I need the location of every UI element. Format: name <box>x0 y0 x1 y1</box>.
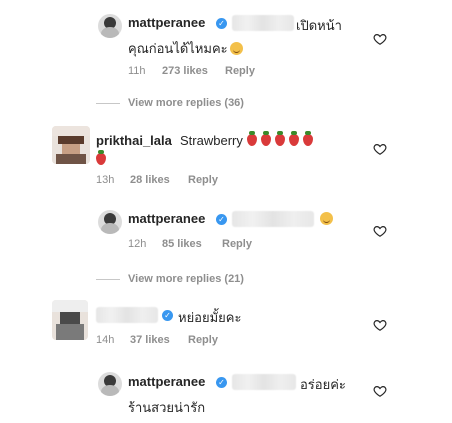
comment-likes[interactable]: 273 likes <box>162 65 208 77</box>
smile-emoji-icon <box>320 212 333 225</box>
divider <box>96 279 120 280</box>
comment-text: อร่อยค่ะ <box>300 377 346 392</box>
comment-text: หย่อยมั้ยคะ <box>178 310 242 325</box>
strawberry-emoji-icon <box>96 150 106 165</box>
avatar[interactable] <box>98 210 122 234</box>
verified-badge-icon: ✓ <box>216 18 227 29</box>
strawberry-emoji-icon <box>302 131 313 146</box>
heart-outline-icon[interactable] <box>373 384 387 398</box>
verified-badge-icon: ✓ <box>162 310 173 321</box>
reply-button[interactable]: Reply <box>188 174 218 186</box>
view-more-label[interactable]: View more replies (36) <box>128 97 244 109</box>
strawberry-emoji-icon <box>260 131 271 146</box>
heart-outline-icon[interactable] <box>373 318 387 332</box>
comment-text-line2: คุณก่อนได้ไหมคะ <box>128 38 243 59</box>
strawberry-emoji-icon <box>274 131 285 146</box>
comment-time: 13h <box>96 174 115 186</box>
comment-username[interactable]: mattperanee <box>128 211 205 226</box>
reply-button[interactable]: Reply <box>225 65 255 77</box>
avatar[interactable] <box>52 126 90 164</box>
heart-outline-icon[interactable] <box>373 224 387 238</box>
heart-outline-icon[interactable] <box>373 142 387 156</box>
comment-username[interactable]: mattperanee <box>128 374 205 389</box>
blurred-username[interactable] <box>96 307 158 323</box>
avatar[interactable] <box>98 14 122 38</box>
comment-text: เปิดหน้า <box>296 18 342 33</box>
heart-outline-icon[interactable] <box>373 32 387 46</box>
comment-text: Strawberry <box>180 131 313 148</box>
comment-likes[interactable]: 85 likes <box>162 238 202 250</box>
reply-button[interactable]: Reply <box>222 238 252 250</box>
comment-username[interactable]: mattperanee <box>128 15 205 30</box>
comment-text-line2: ร้านสวยน่ารัก <box>128 400 206 415</box>
blurred-mention <box>232 374 296 390</box>
divider <box>96 103 120 104</box>
comment-time: 12h <box>128 238 147 250</box>
avatar[interactable] <box>52 300 88 340</box>
blurred-mention <box>232 15 294 31</box>
verified-badge-icon: ✓ <box>216 377 227 388</box>
strawberry-emoji-icon <box>246 131 257 146</box>
blurred-mention <box>232 211 314 227</box>
verified-badge-icon: ✓ <box>216 214 227 225</box>
smile-emoji-icon <box>229 42 243 55</box>
comment-time: 14h <box>96 334 115 346</box>
reply-button[interactable]: Reply <box>188 334 218 346</box>
comment-time: 11h <box>128 65 146 77</box>
comment-likes[interactable]: 37 likes <box>130 334 170 346</box>
strawberry-emoji-icon <box>288 131 299 146</box>
comment-username[interactable]: prikthai_lala <box>96 133 172 148</box>
avatar[interactable] <box>98 372 122 396</box>
comment-likes[interactable]: 28 likes <box>130 174 170 186</box>
view-more-label[interactable]: View more replies (21) <box>128 273 244 285</box>
